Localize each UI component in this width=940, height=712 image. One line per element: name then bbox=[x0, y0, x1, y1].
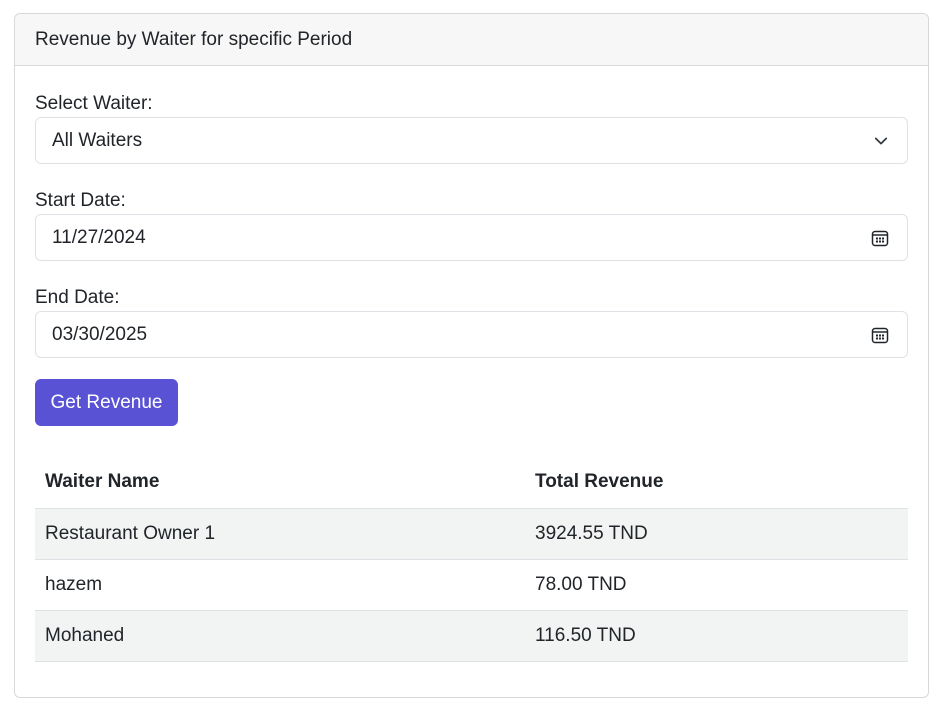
card-title: Revenue by Waiter for specific Period bbox=[35, 28, 353, 50]
total-revenue-cell: 3924.55 TND bbox=[525, 508, 908, 560]
waiter-name-cell: Mohaned bbox=[35, 610, 525, 662]
end-date-group: End Date: 03/30/2025 bbox=[35, 285, 908, 358]
card-header: Revenue by Waiter for specific Period bbox=[15, 14, 928, 66]
column-header-waiter-name: Waiter Name bbox=[35, 457, 525, 509]
revenue-card: Revenue by Waiter for specific Period Se… bbox=[14, 13, 929, 698]
waiter-group: Select Waiter: All Waiters bbox=[35, 91, 908, 164]
start-date-label: Start Date: bbox=[35, 190, 126, 211]
waiter-name-cell: hazem bbox=[35, 559, 525, 611]
table-row: Restaurant Owner 1 3924.55 TND bbox=[35, 508, 908, 560]
waiter-select-value: All Waiters bbox=[52, 129, 143, 151]
start-date-value: 11/27/2024 bbox=[52, 226, 146, 248]
get-revenue-button[interactable]: Get Revenue bbox=[35, 379, 178, 426]
total-revenue-cell: 78.00 TND bbox=[525, 559, 908, 611]
end-date-input[interactable]: 03/30/2025 bbox=[35, 311, 908, 358]
card-body: Select Waiter: All Waiters Start Date: 1… bbox=[15, 66, 928, 662]
table-row: Mohaned 116.50 TND bbox=[35, 610, 908, 662]
table-row: hazem 78.00 TND bbox=[35, 559, 908, 611]
end-date-value: 03/30/2025 bbox=[52, 323, 148, 345]
calendar-icon[interactable] bbox=[871, 326, 889, 344]
chevron-down-icon bbox=[873, 133, 889, 149]
revenue-table: Waiter Name Total Revenue Restaurant Own… bbox=[35, 457, 908, 662]
waiter-label: Select Waiter: bbox=[35, 93, 153, 114]
table-header-row: Waiter Name Total Revenue bbox=[35, 457, 908, 509]
waiter-name-cell: Restaurant Owner 1 bbox=[35, 508, 525, 560]
start-date-input[interactable]: 11/27/2024 bbox=[35, 214, 908, 261]
waiter-select[interactable]: All Waiters bbox=[35, 117, 908, 164]
end-date-label: End Date: bbox=[35, 287, 120, 308]
start-date-group: Start Date: 11/27/2024 bbox=[35, 188, 908, 261]
calendar-icon[interactable] bbox=[871, 229, 889, 247]
total-revenue-cell: 116.50 TND bbox=[525, 610, 908, 662]
column-header-total-revenue: Total Revenue bbox=[525, 457, 908, 509]
